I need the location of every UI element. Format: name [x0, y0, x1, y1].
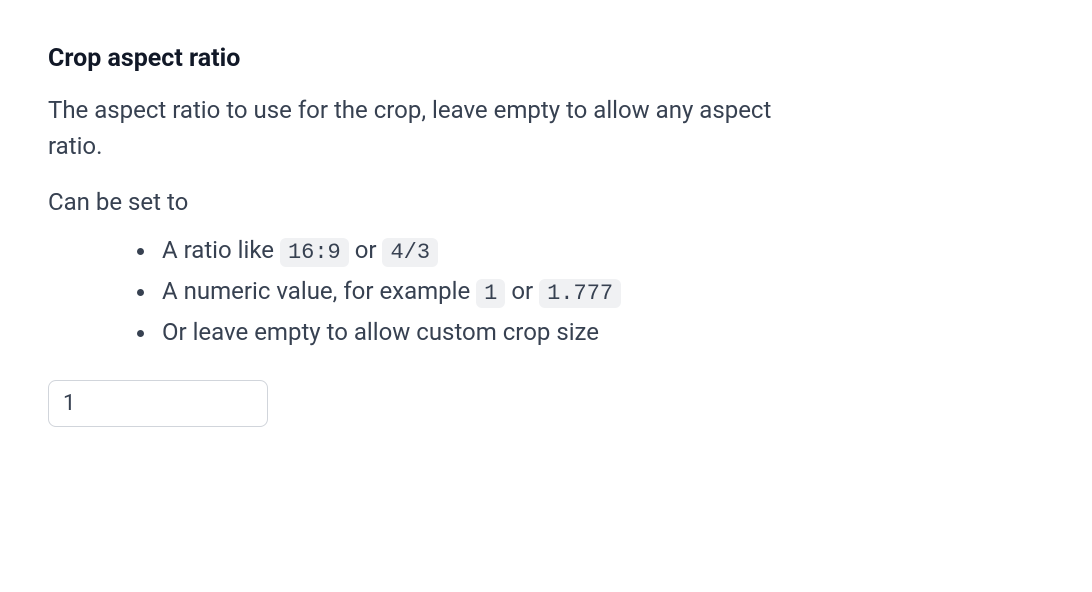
options-lead: Can be set to — [48, 184, 828, 220]
input-wrapper — [48, 380, 828, 427]
code-numeric-1777: 1.777 — [539, 279, 621, 308]
crop-aspect-ratio-section: Crop aspect ratio The aspect ratio to us… — [48, 40, 828, 427]
section-description: The aspect ratio to use for the crop, le… — [48, 92, 828, 164]
options-list: A ratio like 16:9 or 4/3 A numeric value… — [48, 232, 828, 350]
option-text: A numeric value, for example — [162, 277, 476, 305]
option-text: Or leave empty to allow custom crop size — [162, 318, 599, 346]
option-text: A ratio like — [162, 236, 280, 264]
option-text: or — [349, 236, 383, 264]
option-item-numeric: A numeric value, for example 1 or 1.777 — [158, 273, 828, 310]
option-text: or — [505, 277, 539, 305]
code-numeric-1: 1 — [476, 279, 505, 308]
aspect-ratio-input[interactable] — [48, 380, 268, 427]
option-item-ratio: A ratio like 16:9 or 4/3 — [158, 232, 828, 269]
option-item-empty: Or leave empty to allow custom crop size — [158, 314, 828, 350]
section-heading: Crop aspect ratio — [48, 40, 828, 78]
code-ratio-4-3: 4/3 — [382, 238, 438, 267]
code-ratio-16-9: 16:9 — [280, 238, 349, 267]
